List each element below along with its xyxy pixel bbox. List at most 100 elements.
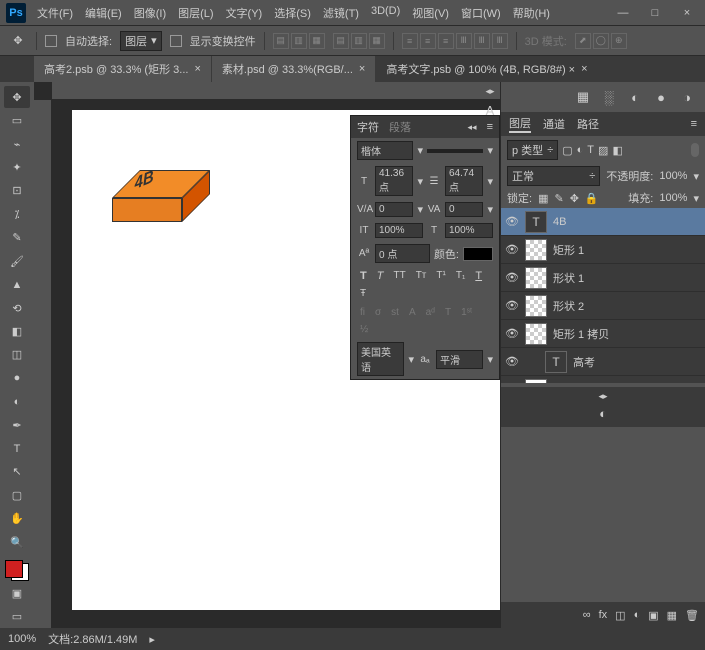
- visibility-icon[interactable]: 👁: [505, 299, 519, 312]
- ot-button[interactable]: ½: [357, 323, 371, 336]
- menu-view[interactable]: 视图(V): [407, 2, 454, 24]
- layer-name[interactable]: 形状 2: [553, 298, 584, 314]
- shape-tool[interactable]: ▢: [4, 484, 30, 506]
- menu-image[interactable]: 图像(I): [129, 2, 171, 24]
- filter-icon[interactable]: ◐: [577, 144, 584, 156]
- group-icon[interactable]: ▣: [648, 609, 658, 622]
- filter-icon[interactable]: T: [587, 144, 594, 156]
- italic-button[interactable]: T: [374, 269, 387, 283]
- brush-tool[interactable]: 🖌: [4, 250, 30, 272]
- wand-tool[interactable]: ✦: [4, 156, 30, 178]
- allcaps-button[interactable]: TT: [390, 269, 408, 283]
- tab-layers[interactable]: 图层: [509, 115, 531, 133]
- panel-collapse-icon[interactable]: ◂▸: [598, 391, 607, 402]
- tab-doc1[interactable]: 高考2.psb @ 33.3% (矩形 3...×: [34, 56, 211, 82]
- type-tool[interactable]: T: [4, 437, 30, 459]
- mask-icon[interactable]: ◫: [615, 609, 625, 622]
- info-dropdown-icon[interactable]: ▸: [149, 633, 155, 646]
- menu-type[interactable]: 文字(Y): [221, 2, 268, 24]
- pen-tool[interactable]: ✒: [4, 414, 30, 436]
- kerning-input[interactable]: 0: [375, 202, 413, 217]
- swatches-icon[interactable]: ░: [599, 87, 619, 107]
- autoselect-checkbox[interactable]: [45, 35, 57, 47]
- dist-icon[interactable]: Ⅲ: [474, 33, 490, 49]
- mode3d-icon[interactable]: ⊕: [611, 33, 627, 49]
- close-icon[interactable]: ×: [359, 63, 365, 75]
- layer-rect1[interactable]: 👁 矩形 1: [501, 236, 705, 264]
- path-tool[interactable]: ↖: [4, 461, 30, 483]
- eraser-tool[interactable]: ◧: [4, 320, 30, 342]
- color-icon[interactable]: ●: [651, 87, 671, 107]
- filter-icon[interactable]: ◧: [612, 144, 622, 157]
- underline-button[interactable]: T: [472, 269, 485, 283]
- ot-button[interactable]: aᵈ: [423, 306, 438, 319]
- visibility-icon[interactable]: 👁: [505, 243, 519, 256]
- toggle-icon[interactable]: ◑: [677, 87, 697, 107]
- lock-icon[interactable]: ✎: [554, 192, 563, 205]
- ot-button[interactable]: A: [406, 306, 419, 319]
- leading-input[interactable]: 64.74 点: [445, 166, 483, 196]
- collapse-icon[interactable]: ◂◂: [468, 122, 477, 133]
- gradient-tool[interactable]: ◫: [4, 344, 30, 366]
- history-icon[interactable]: ▦: [573, 87, 593, 107]
- vscale-input[interactable]: 100%: [375, 223, 423, 238]
- move-tool-icon[interactable]: ✥: [8, 31, 28, 51]
- dist-icon[interactable]: ≡: [402, 33, 418, 49]
- menu-file[interactable]: 文件(F): [32, 2, 78, 24]
- close-icon[interactable]: ×: [194, 63, 200, 75]
- menu-3d[interactable]: 3D(D): [366, 2, 405, 24]
- font-style-dropdown[interactable]: [427, 149, 483, 153]
- panel-menu-icon[interactable]: ≡: [691, 118, 697, 130]
- mode3d-icon[interactable]: ⬈: [575, 33, 591, 49]
- font-family-dropdown[interactable]: 楷体: [357, 141, 413, 160]
- tab-character[interactable]: 字符: [357, 119, 379, 135]
- panel-menu-icon[interactable]: ≡: [487, 121, 493, 133]
- hand-tool[interactable]: ✋: [4, 508, 30, 530]
- lasso-tool[interactable]: ⌁: [4, 133, 30, 155]
- layer-name[interactable]: 矩形 1: [553, 242, 584, 258]
- adjust-icon[interactable]: ◐: [593, 406, 613, 421]
- tab-channels[interactable]: 通道: [543, 116, 565, 132]
- ot-button[interactable]: T: [442, 306, 454, 319]
- align-icon[interactable]: ▥: [351, 33, 367, 49]
- tab-paragraph[interactable]: 段落: [389, 119, 411, 135]
- menu-help[interactable]: 帮助(H): [508, 2, 555, 24]
- ot-button[interactable]: 1ˢᵗ: [458, 306, 475, 319]
- layer-name[interactable]: 形状 1: [553, 270, 584, 286]
- tab-paths[interactable]: 路径: [577, 116, 599, 132]
- smallcaps-button[interactable]: Tᴛ: [413, 269, 430, 283]
- move-tool[interactable]: ✥: [4, 86, 30, 108]
- layer-shape1[interactable]: 👁形状 1: [501, 264, 705, 292]
- ruler-vertical[interactable]: [34, 100, 52, 628]
- lock-icon[interactable]: ▦: [538, 192, 548, 205]
- dist-icon[interactable]: ≡: [438, 33, 454, 49]
- fill-value[interactable]: 100%: [659, 192, 687, 204]
- ot-button[interactable]: st: [388, 306, 402, 319]
- link-icon[interactable]: ∞: [583, 609, 591, 621]
- language-dropdown[interactable]: 美国英语: [357, 342, 404, 376]
- showcontrols-checkbox[interactable]: [170, 35, 182, 47]
- color-swatch[interactable]: [5, 560, 29, 581]
- filter-toggle[interactable]: [691, 143, 699, 157]
- tab-doc2[interactable]: 素材.psd @ 33.3%(RGB/...×: [212, 56, 375, 82]
- ruler-horizontal[interactable]: [52, 82, 500, 100]
- filter-kind-dropdown[interactable]: p 类型÷: [507, 140, 558, 160]
- opacity-value[interactable]: 100%: [659, 170, 687, 182]
- char-panel-header[interactable]: 字符 段落 ◂◂ ≡: [351, 116, 499, 138]
- dodge-tool[interactable]: ◐: [4, 390, 30, 412]
- layer-4b[interactable]: 👁T4B: [501, 208, 705, 236]
- menu-select[interactable]: 选择(S): [269, 2, 316, 24]
- antialias-dropdown[interactable]: 平滑: [436, 350, 483, 369]
- fx-icon[interactable]: fx: [599, 609, 608, 621]
- expand-icon[interactable]: ◂▸: [485, 86, 494, 97]
- zoom-tool[interactable]: 🔍: [4, 531, 30, 553]
- adjust-icon[interactable]: ◐: [634, 609, 641, 621]
- mode3d-icon[interactable]: ◯: [593, 33, 609, 49]
- visibility-icon[interactable]: 👁: [505, 327, 519, 340]
- dist-icon[interactable]: ≡: [420, 33, 436, 49]
- autoselect-dropdown[interactable]: 图层▾: [120, 31, 162, 51]
- layer-bg[interactable]: 👁背景🔒: [501, 376, 705, 383]
- dist-icon[interactable]: Ⅲ: [456, 33, 472, 49]
- minimize-button[interactable]: —: [611, 7, 635, 19]
- heal-tool[interactable]: ✎: [4, 227, 30, 249]
